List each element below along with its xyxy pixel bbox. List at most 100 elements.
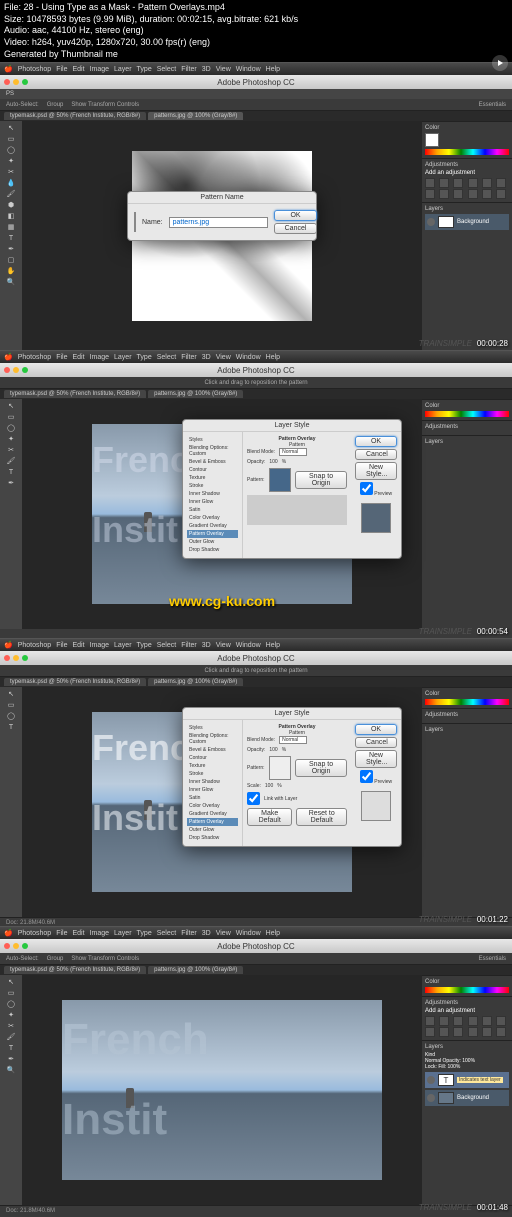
fg-swatch[interactable] <box>425 133 439 147</box>
blend-mode-select[interactable]: Normal <box>279 448 307 456</box>
layers-tab[interactable]: Layers <box>425 206 509 212</box>
menu-layer[interactable]: Layer <box>114 66 132 73</box>
blend-opts[interactable]: Blending Options: Custom <box>187 444 238 458</box>
menu-edit[interactable]: Edit <box>72 66 84 73</box>
url-watermark: www.cg-ku.com <box>169 593 275 609</box>
menu-select[interactable]: Select <box>157 66 176 73</box>
dialog-title: Layer Style <box>183 420 401 432</box>
layer-bg[interactable]: Background <box>425 1090 509 1106</box>
meta-video: Video: h264, yuv420p, 1280x720, 30.00 fp… <box>4 37 508 49</box>
app-name: Photoshop <box>18 66 51 73</box>
pattern-swatch[interactable] <box>269 756 292 780</box>
text-french: French <box>62 1020 209 1060</box>
mac-menubar: 🍎 Photoshop FileEditImageLayerTypeSelect… <box>0 351 512 363</box>
menu-window[interactable]: Window <box>236 66 261 73</box>
menu-3d[interactable]: 3D <box>202 66 211 73</box>
marquee-tool-icon[interactable]: ▭ <box>2 134 20 144</box>
menu-view[interactable]: View <box>216 66 231 73</box>
canvas-area[interactable]: Frenc Instit Layer Style Styles Blending… <box>22 687 422 917</box>
tools-panel: ↖▭◯✦✂🖌T✒ <box>0 399 22 629</box>
ok-button[interactable]: OK <box>355 436 397 447</box>
tab-typemask[interactable]: typemask.psd @ 50% (French Institute, RG… <box>4 390 146 398</box>
layer-background[interactable]: Background <box>425 214 509 230</box>
tab-patterns[interactable]: patterns.jpg @ 100% (Gray/8#) <box>148 112 243 120</box>
timestamp: 00:01:48 <box>477 1203 508 1212</box>
preview-thumb <box>361 791 391 821</box>
clone-tool-icon[interactable]: ⬢ <box>2 200 20 210</box>
frame-2: 🍎 Photoshop FileEditImageLayerTypeSelect… <box>0 350 512 638</box>
pattern-name-input[interactable] <box>169 217 268 228</box>
group-dropdown[interactable]: Group <box>47 102 64 108</box>
make-default-button[interactable]: Make Default <box>247 808 292 826</box>
style-settings: Pattern Overlay Pattern Blend Mode:Norma… <box>243 432 351 558</box>
ok-button[interactable]: OK <box>274 210 318 221</box>
eraser-tool-icon[interactable]: ◧ <box>2 211 20 221</box>
menu-file[interactable]: File <box>56 66 67 73</box>
snap-button[interactable]: Snap to Origin <box>295 471 347 489</box>
opacity-value[interactable]: 100 <box>269 459 277 465</box>
options-bar: Click and drag to reposition the pattern <box>0 377 512 389</box>
document-tabs: typemask.psd @ 50% (French Institute, RG… <box>0 111 512 121</box>
new-style-button[interactable]: New Style... <box>355 462 397 480</box>
menu-filter[interactable]: Filter <box>181 66 197 73</box>
frame-3: 🍎PhotoshopFileEditImageLayerTypeSelectFi… <box>0 638 512 926</box>
cancel-button[interactable]: Cancel <box>274 223 318 234</box>
canvas-area[interactable]: French Instit <box>22 975 422 1205</box>
layer-style-dialog: Layer Style Styles Blending Options: Cus… <box>182 419 402 559</box>
adjustments-tab[interactable]: Adjustments <box>425 162 509 168</box>
pattern-picker[interactable] <box>247 495 347 525</box>
shape-tool-icon[interactable]: ▢ <box>2 255 20 265</box>
gradient-tool-icon[interactable]: ▦ <box>2 222 20 232</box>
preview-check[interactable] <box>360 482 373 495</box>
visibility-icon[interactable] <box>427 1076 435 1084</box>
wand-tool-icon[interactable]: ✦ <box>2 156 20 166</box>
layer-name: Background <box>457 219 489 225</box>
dialog-title: Pattern Name <box>128 192 316 204</box>
visibility-icon[interactable] <box>427 218 435 226</box>
pattern-preview-thumb <box>134 212 136 232</box>
tab-typemask[interactable]: typemask.psd @ 50% (French Institute, RG… <box>4 112 146 120</box>
brush-tool-icon[interactable]: 🖌 <box>2 189 20 199</box>
canvas-area[interactable]: Pattern Name Name: OK Cancel <box>22 121 422 351</box>
menu-image[interactable]: Image <box>90 66 109 73</box>
cancel-button[interactable]: Cancel <box>355 449 397 460</box>
window-title: Adobe Photoshop CC <box>217 78 294 87</box>
workspace-label[interactable]: Essentials <box>479 102 506 108</box>
zoom-tool-icon[interactable]: 🔍 <box>2 277 20 287</box>
eyedropper-tool-icon[interactable]: 💧 <box>2 178 20 188</box>
timestamp: 00:00:28 <box>477 339 508 348</box>
pattern-name-dialog: Pattern Name Name: OK Cancel <box>127 191 317 241</box>
tab-patterns[interactable]: patterns.jpg @ 100% (Gray/8#) <box>148 390 243 398</box>
menu-type[interactable]: Type <box>137 66 152 73</box>
window-titlebar: Adobe Photoshop CC <box>0 75 512 89</box>
apple-icon: 🍎 <box>4 65 13 73</box>
crop-tool-icon[interactable]: ✂ <box>2 167 20 177</box>
show-transform-check[interactable]: Show Transform Controls <box>71 102 139 108</box>
layer-text[interactable]: T Indicates text layer <box>425 1072 509 1088</box>
adjustment-icons[interactable] <box>425 178 509 199</box>
traffic-lights[interactable] <box>4 79 28 85</box>
text-line2: Instit <box>92 514 178 546</box>
move-tool-icon[interactable]: ↖ <box>2 123 20 133</box>
hand-tool-icon[interactable]: ✋ <box>2 266 20 276</box>
pattern-overlay-item[interactable]: Pattern Overlay <box>187 530 238 538</box>
reset-default-button[interactable]: Reset to Default <box>296 808 347 826</box>
adjustments-panel: Adjustments Add an adjustment <box>422 158 512 202</box>
pattern-swatch[interactable] <box>269 468 292 492</box>
pen-tool-icon[interactable]: ✒ <box>2 244 20 254</box>
canvas-image: French Instit <box>62 1000 382 1180</box>
window-titlebar: Adobe Photoshop CC <box>0 363 512 377</box>
meta-file: File: 28 - Using Type as a Mask - Patter… <box>4 2 508 14</box>
layers-panel: Layers Background <box>422 202 512 233</box>
color-tab[interactable]: Color <box>425 125 509 131</box>
lasso-tool-icon[interactable]: ◯ <box>2 145 20 155</box>
ps-menu: PS <box>0 89 512 99</box>
auto-select-label: Auto-Select: <box>6 102 39 108</box>
preview-thumb <box>361 503 391 533</box>
menu-help[interactable]: Help <box>266 66 280 73</box>
canvas-area[interactable]: Frenc Instit Layer Style Styles Blending… <box>22 399 422 629</box>
options-bar: Auto-Select: Group Show Transform Contro… <box>0 99 512 111</box>
type-tool-icon[interactable]: T <box>2 233 20 243</box>
apple-icon: 🍎 <box>4 353 13 361</box>
color-ramp[interactable] <box>425 149 509 155</box>
